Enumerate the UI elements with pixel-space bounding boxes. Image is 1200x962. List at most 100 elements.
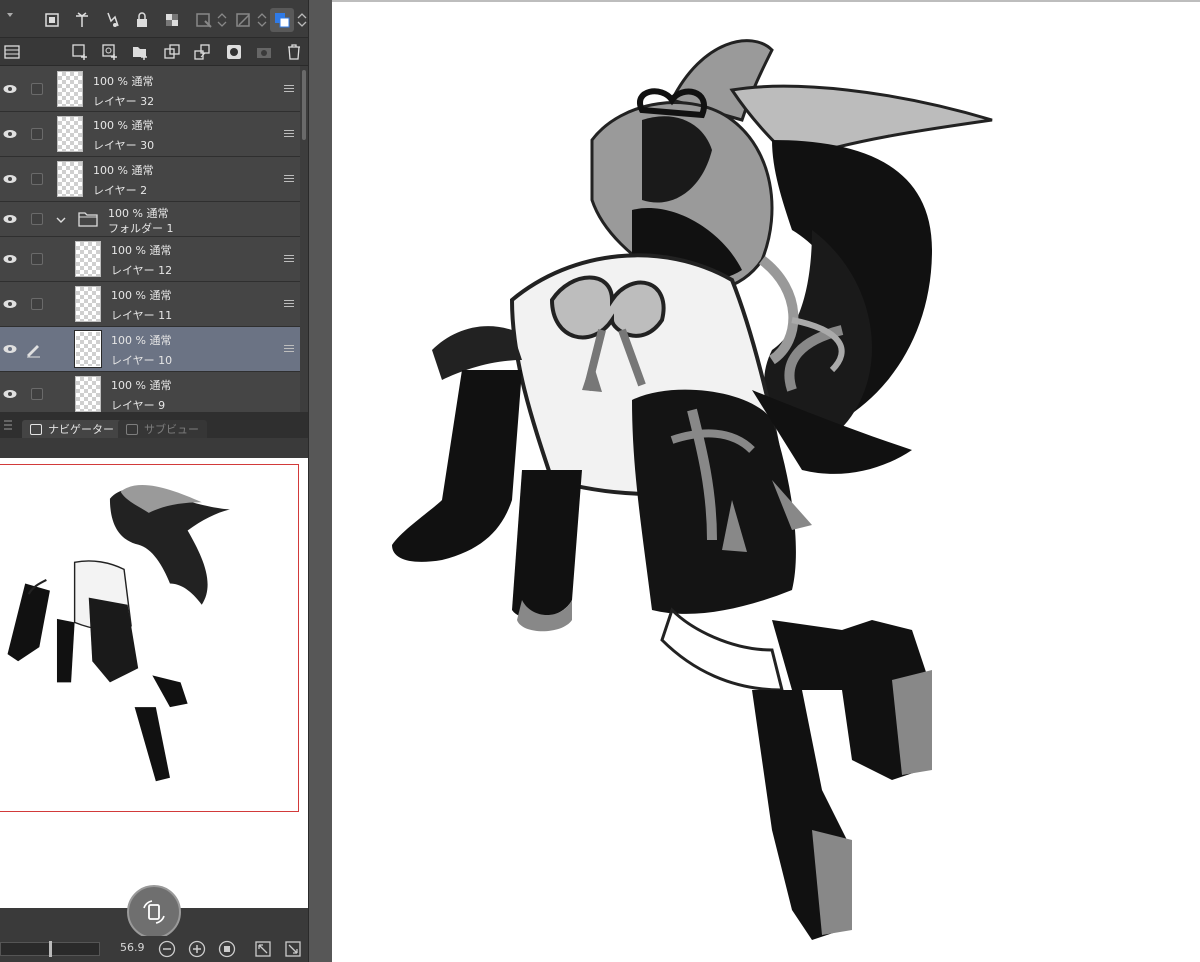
menu-icon[interactable] xyxy=(284,130,294,138)
layer-select-checkbox[interactable] xyxy=(31,173,43,185)
new-raster-layer-icon[interactable] xyxy=(68,40,92,64)
layer-thumbnail xyxy=(75,286,101,322)
panel-divider[interactable] xyxy=(308,0,332,962)
stepper-icon[interactable] xyxy=(210,8,234,32)
layer-blend-info: 100 % 通常 xyxy=(93,164,154,177)
layer-row[interactable]: 100 % 通常 レイヤー 2 xyxy=(0,157,300,202)
layer-options-toolbar xyxy=(0,0,308,38)
tab-subview[interactable]: サブビュー xyxy=(118,420,207,440)
layer-actions-toolbar xyxy=(0,38,308,66)
copy-layer-icon[interactable] xyxy=(160,40,184,64)
zoom-slider[interactable] xyxy=(0,941,100,957)
transparent-lock-icon[interactable] xyxy=(160,8,184,32)
layer-name: レイヤー 9 xyxy=(111,399,166,412)
layer-thumbnail xyxy=(75,241,101,277)
canvas-area[interactable] xyxy=(332,0,1200,962)
eye-icon[interactable] xyxy=(0,282,20,326)
navigator-view[interactable] xyxy=(0,458,308,908)
layer-name: レイヤー 30 xyxy=(93,139,155,152)
rotate-icon xyxy=(143,900,165,924)
tab-label: ナビゲーター xyxy=(48,423,114,436)
navigator-preview xyxy=(7,485,230,782)
menu-icon[interactable] xyxy=(284,85,294,93)
eye-icon[interactable] xyxy=(0,202,20,236)
merge-down-icon[interactable] xyxy=(190,40,214,64)
folder-row[interactable]: 100 % 通常 フォルダー 1 xyxy=(0,202,300,237)
delete-layer-icon[interactable] xyxy=(282,40,306,64)
layer-list: 100 % 通常 レイヤー 32 100 % 通常 レイヤー 30 100 % … xyxy=(0,66,308,412)
fullscreen-icon[interactable] xyxy=(284,940,302,958)
eye-icon[interactable] xyxy=(0,157,20,201)
rotate-view-button[interactable] xyxy=(127,885,181,939)
reference-icon[interactable] xyxy=(100,8,124,32)
layer-thumbnail xyxy=(74,330,102,368)
eye-icon[interactable] xyxy=(0,237,20,281)
canvas-top-edge xyxy=(332,0,1200,2)
layer-property-icon[interactable] xyxy=(0,40,24,64)
layer-blend-info: 100 % 通常 xyxy=(111,289,172,302)
tab-navigator[interactable]: ナビゲーター xyxy=(22,420,122,440)
layer-select-checkbox[interactable] xyxy=(31,83,43,95)
layer-name: レイヤー 10 xyxy=(111,354,173,367)
zoom-out-icon[interactable] xyxy=(158,940,176,958)
layer-name: レイヤー 11 xyxy=(111,309,173,322)
eye-icon[interactable] xyxy=(0,66,20,111)
layer-blend-info: 100 % 通常 xyxy=(93,75,154,88)
chevron-down-icon[interactable] xyxy=(56,215,66,225)
layer-select-checkbox[interactable] xyxy=(31,128,43,140)
layer-thumbnail xyxy=(57,161,83,197)
layer-thumbnail xyxy=(57,116,83,152)
layer-select-checkbox[interactable] xyxy=(31,253,43,265)
fit-screen-icon[interactable] xyxy=(254,940,272,958)
folder-icon xyxy=(78,212,98,227)
zoom-value: 56.9 xyxy=(120,941,145,954)
layer-scrollbar[interactable] xyxy=(300,66,308,412)
stop-icon[interactable] xyxy=(218,940,236,958)
tab-label: サブビュー xyxy=(144,423,199,436)
zoom-in-icon[interactable] xyxy=(188,940,206,958)
grip-icon[interactable] xyxy=(4,420,12,430)
navigator-icon xyxy=(30,424,42,435)
new-vector-layer-icon[interactable] xyxy=(98,40,122,64)
layer-row[interactable]: 100 % 通常 レイヤー 32 xyxy=(0,66,300,112)
clip-icon[interactable] xyxy=(70,8,94,32)
layer-blend-info: 100 % 通常 xyxy=(108,207,169,220)
transform-icon[interactable] xyxy=(40,8,64,32)
menu-icon[interactable] xyxy=(284,255,294,263)
eye-icon[interactable] xyxy=(0,372,20,412)
layer-name: レイヤー 2 xyxy=(93,184,148,197)
menu-icon[interactable] xyxy=(284,175,294,183)
pen-icon xyxy=(27,345,40,358)
eye-icon[interactable] xyxy=(0,112,20,156)
layer-row[interactable]: 100 % 通常 レイヤー 9 xyxy=(0,372,300,412)
scrollbar-thumb[interactable] xyxy=(302,70,306,140)
layer-blend-info: 100 % 通常 xyxy=(111,334,172,347)
palette-tab-bar: ナビゲーター サブビュー xyxy=(0,412,308,440)
new-folder-icon[interactable] xyxy=(128,40,152,64)
menu-icon[interactable] xyxy=(284,300,294,308)
dropdown-arrow-icon[interactable] xyxy=(0,8,24,32)
eye-icon[interactable] xyxy=(0,327,20,371)
layer-select-checkbox[interactable] xyxy=(31,388,43,400)
menu-icon[interactable] xyxy=(284,345,294,353)
layer-select-checkbox[interactable] xyxy=(31,298,43,310)
layer-blend-info: 100 % 通常 xyxy=(93,119,154,132)
layer-blend-info: 100 % 通常 xyxy=(111,379,172,392)
layer-row[interactable]: 100 % 通常 レイヤー 11 xyxy=(0,282,300,327)
layer-thumbnail xyxy=(57,71,83,107)
navigator-controls: 56.9 xyxy=(0,936,308,962)
layer-name: レイヤー 32 xyxy=(93,95,155,108)
panel-spacer xyxy=(0,438,308,458)
layer-name: フォルダー 1 xyxy=(108,222,174,235)
layer-name: レイヤー 12 xyxy=(111,264,173,277)
layer-select-checkbox[interactable] xyxy=(31,213,43,225)
layer-row-selected[interactable]: 100 % 通常 レイヤー 10 xyxy=(0,327,300,372)
layer-row[interactable]: 100 % 通常 レイヤー 30 xyxy=(0,112,300,157)
lock-icon[interactable] xyxy=(130,8,154,32)
zoom-slider-knob[interactable] xyxy=(49,941,52,957)
camera-icon[interactable] xyxy=(252,40,276,64)
canvas-artwork xyxy=(392,39,993,940)
layer-row[interactable]: 100 % 通常 レイヤー 12 xyxy=(0,237,300,282)
subview-icon xyxy=(126,424,138,435)
mask-icon[interactable] xyxy=(222,40,246,64)
